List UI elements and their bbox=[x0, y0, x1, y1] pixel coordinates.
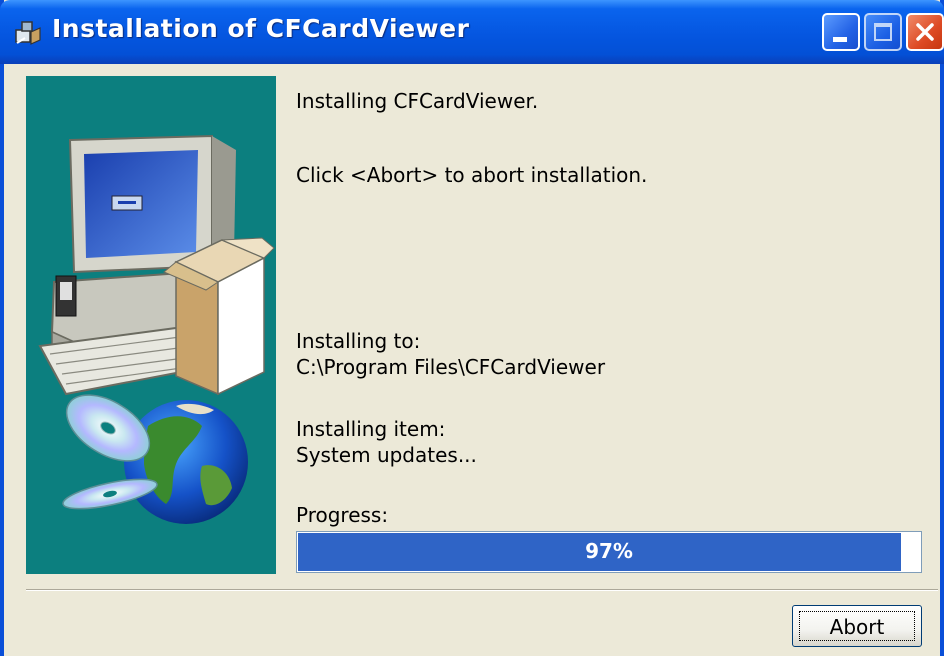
status-line-installing: Installing CFCardViewer. bbox=[296, 89, 539, 113]
install-item-label: Installing item: bbox=[296, 417, 446, 441]
minimize-icon bbox=[833, 37, 847, 42]
maximize-button[interactable] bbox=[864, 13, 902, 51]
window-title: Installation of CFCardViewer bbox=[52, 14, 470, 43]
title-bar[interactable]: Installation of CFCardViewer bbox=[0, 0, 944, 64]
separator bbox=[26, 589, 938, 591]
abort-button[interactable]: Abort bbox=[792, 605, 922, 647]
abort-instructions: Click <Abort> to abort installation. bbox=[296, 163, 648, 187]
installer-window: Installation of CFCardViewer Installing … bbox=[0, 0, 944, 656]
abort-button-label: Abort bbox=[829, 615, 885, 639]
close-icon bbox=[916, 23, 934, 41]
install-location-label: Installing to: bbox=[296, 329, 421, 353]
maximize-icon bbox=[874, 23, 892, 41]
progress-percent: 97% bbox=[585, 539, 633, 563]
installer-icon bbox=[15, 21, 41, 45]
minimize-button[interactable] bbox=[822, 13, 860, 51]
progress-bar: 97% bbox=[296, 531, 922, 573]
install-location-path: C:\Program Files\CFCardViewer bbox=[296, 355, 606, 379]
install-item-value: System updates... bbox=[296, 443, 477, 467]
progress-label: Progress: bbox=[296, 503, 389, 527]
close-button[interactable] bbox=[906, 13, 944, 51]
computer-and-globe-illustration bbox=[26, 76, 276, 574]
